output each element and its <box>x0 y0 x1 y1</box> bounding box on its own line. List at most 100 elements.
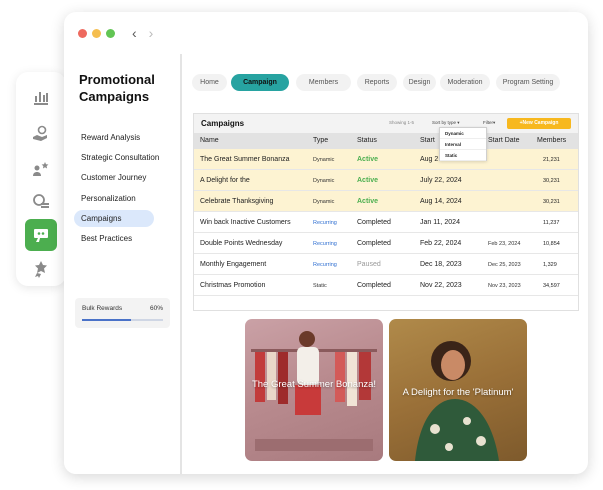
campaign-icon[interactable] <box>25 219 57 251</box>
showing-count: Showing 1-5 <box>389 120 415 125</box>
sort-option-dynamic[interactable]: Dynamic <box>440 128 486 139</box>
tab-reports[interactable]: Reports <box>357 74 397 91</box>
row-name: A Delight for the <box>200 177 250 184</box>
table-row[interactable]: A Delight for the Dynamic Active July 22, 2… <box>194 170 578 191</box>
campaign-card-summer[interactable]: The Great Summer Bonanza! <box>245 319 383 461</box>
tab-home[interactable]: Home <box>192 74 227 91</box>
column-header-type[interactable]: Type <box>313 137 328 144</box>
sort-option-static[interactable]: Static <box>440 150 486 161</box>
column-header-start[interactable]: Start <box>420 137 435 144</box>
chevron-down-icon: ▾ <box>493 120 496 125</box>
table-row[interactable]: Double Points Wednesday Recurring Complete… <box>194 233 578 254</box>
tab-moderation[interactable]: Moderation <box>440 74 490 91</box>
row-members: 21,231 <box>543 157 560 163</box>
bulk-rewards-percent: 60% <box>149 305 163 312</box>
progress-fill <box>82 319 131 321</box>
minimize-window-dot[interactable] <box>92 28 101 38</box>
coin-stack-icon[interactable] <box>29 190 53 214</box>
filter-button[interactable]: Filter▾ <box>483 120 495 126</box>
progress-track <box>82 319 163 321</box>
row-end-date: Feb 23, 2024 <box>488 241 521 247</box>
row-status: Active <box>357 198 379 205</box>
row-status: Completed <box>357 219 391 226</box>
sort-label: Sort by type <box>432 120 457 125</box>
bulk-rewards-progress: Bulk Rewards 60% <box>75 298 170 328</box>
row-type: Dynamic <box>313 178 335 184</box>
row-name: Monthly Engagement <box>200 261 267 268</box>
row-name: The Great Summer Bonanza <box>200 156 290 163</box>
table-row[interactable]: Monthly Engagement Recurring Paused Dec 18,… <box>194 254 578 275</box>
table-title: Campaigns <box>201 119 245 128</box>
users-star-icon[interactable] <box>29 157 53 181</box>
row-type: Recurring <box>313 220 337 226</box>
row-type: Dynamic <box>313 157 335 163</box>
row-type: Dynamic <box>313 199 335 205</box>
column-header-members[interactable]: Members <box>537 137 566 144</box>
row-start: July 22, 2024 <box>420 177 462 184</box>
row-members: 34,597 <box>543 283 560 289</box>
chart-icon[interactable] <box>29 85 53 109</box>
tab-design[interactable]: Design <box>403 74 436 91</box>
row-end-date: Nov 23, 2023 <box>488 283 521 289</box>
main-content: Home Campaign Members Reports Design Mod… <box>184 54 588 474</box>
row-status: Completed <box>357 240 391 247</box>
tab-bar: Home Campaign Members Reports Design Mod… <box>192 74 564 91</box>
row-start: Feb 22, 2024 <box>420 240 462 247</box>
row-start: Aug 2 <box>420 156 439 163</box>
row-members: 11,237 <box>543 220 560 226</box>
floating-icon-rail <box>16 72 66 286</box>
badge-icon[interactable] <box>29 257 53 281</box>
table-row[interactable]: The Great Summer Bonanza Dynamic Active Aug… <box>194 149 578 170</box>
row-name: Christmas Promotion <box>200 282 266 289</box>
table-row[interactable]: Celebrate Thanksgiving Dynamic Active Aug 1… <box>194 191 578 212</box>
sort-dropdown[interactable]: Sort by type ▾ <box>432 120 460 126</box>
sidebar-item-campaigns[interactable]: Campaigns <box>74 210 154 227</box>
bulk-rewards-label: Bulk Rewards <box>82 305 123 312</box>
sidebar-item-reward-analysis[interactable]: Reward Analysis <box>74 129 154 146</box>
row-end-date: Dec 25, 2023 <box>488 262 521 268</box>
row-members: 30,231 <box>543 178 560 184</box>
sidebar-item-strategic-consultation[interactable]: Strategic Consultation <box>74 149 159 166</box>
tab-members[interactable]: Members <box>296 74 351 91</box>
chevron-down-icon: ▾ <box>457 120 460 125</box>
sidebar-item-best-practices[interactable]: Best Practices <box>74 230 154 247</box>
table-row[interactable]: Win back Inactive Customers Recurring Comp… <box>194 212 578 233</box>
new-campaign-button[interactable]: +New Campaign <box>507 118 571 129</box>
side-panel: Promotional Campaigns Reward Analysis St… <box>64 54 182 474</box>
maximize-window-dot[interactable] <box>106 28 115 38</box>
forward-arrow-icon[interactable]: › <box>149 26 154 40</box>
column-header-status[interactable]: Status <box>357 137 377 144</box>
sort-dropdown-menu: Dynamic Interval Static <box>439 127 487 161</box>
row-status: Paused <box>357 261 381 268</box>
filter-label: Filter <box>483 120 493 125</box>
app-window: ‹ › Promotional Campaigns Reward Analysi… <box>64 12 588 474</box>
close-window-dot[interactable] <box>78 28 87 38</box>
hand-money-icon[interactable] <box>29 122 53 146</box>
row-members: 30,231 <box>543 199 560 205</box>
column-header-name[interactable]: Name <box>200 137 219 144</box>
row-status: Active <box>357 156 379 163</box>
panel-title: Promotional Campaigns <box>79 72 155 104</box>
back-arrow-icon[interactable]: ‹ <box>132 26 137 40</box>
row-name: Double Points Wednesday <box>200 240 283 247</box>
sidebar-item-personalization[interactable]: Personalization <box>74 190 154 207</box>
sort-option-interval[interactable]: Interval <box>440 139 486 150</box>
campaigns-table: Campaigns Showing 1-5 Sort by type ▾ Fil… <box>193 113 579 311</box>
sidebar-item-customer-journey[interactable]: Customer Journey <box>74 169 154 186</box>
row-type: Static <box>313 283 327 289</box>
tab-campaign[interactable]: Campaign <box>231 74 289 91</box>
card-title: The Great Summer Bonanza! <box>251 379 377 390</box>
tab-program-setting[interactable]: Program Setting <box>496 74 560 91</box>
row-name: Win back Inactive Customers <box>200 219 291 226</box>
table-row[interactable]: Christmas Promotion Static Completed Nov 22… <box>194 275 578 296</box>
column-header-start-date[interactable]: Start Date <box>488 137 520 144</box>
row-name: Celebrate Thanksgiving <box>200 198 274 205</box>
table-column-headers: Name Type Status Start Start Date Member… <box>194 133 578 149</box>
window-titlebar: ‹ › <box>64 12 588 54</box>
campaign-card-platinum[interactable]: A Delight for the 'Platinum' <box>389 319 527 461</box>
row-start: Dec 18, 2023 <box>420 261 462 268</box>
row-members: 1,329 <box>543 262 557 268</box>
row-start: Jan 11, 2024 <box>420 219 460 226</box>
row-status: Completed <box>357 282 391 289</box>
row-start: Nov 22, 2023 <box>420 282 462 289</box>
